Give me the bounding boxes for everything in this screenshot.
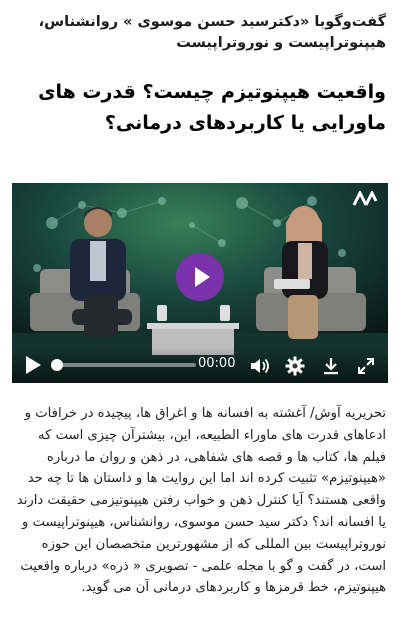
article-kicker: گفت‌وگوبا «دکترسید حسن موسوی » روانشناس،… (38, 14, 386, 51)
volume-icon[interactable] (248, 355, 270, 377)
play-icon (195, 267, 210, 287)
article-page: گفت‌وگوبا «دکترسید حسن موسوی » روانشناس،… (0, 0, 400, 637)
play-icon[interactable] (26, 356, 41, 374)
fullscreen-icon[interactable] (355, 355, 377, 377)
article-body: تحریریه آوش/ آغشته به افسانه ها و اغراق … (16, 406, 386, 596)
article-headline: واقعیت هیپنوتیزم چیست؟ قدرت های ماورایی … (38, 81, 386, 134)
progress-handle[interactable] (51, 359, 63, 371)
gear-icon[interactable] (284, 355, 306, 377)
current-time: 00:00 (198, 356, 236, 371)
download-icon[interactable] (320, 355, 342, 377)
big-play-button[interactable] (176, 253, 224, 301)
channel-logo-icon (352, 191, 378, 206)
video-player[interactable]: 00:00 (12, 183, 388, 383)
video-controls: 00:00 (12, 347, 388, 383)
progress-bar[interactable] (51, 359, 196, 371)
